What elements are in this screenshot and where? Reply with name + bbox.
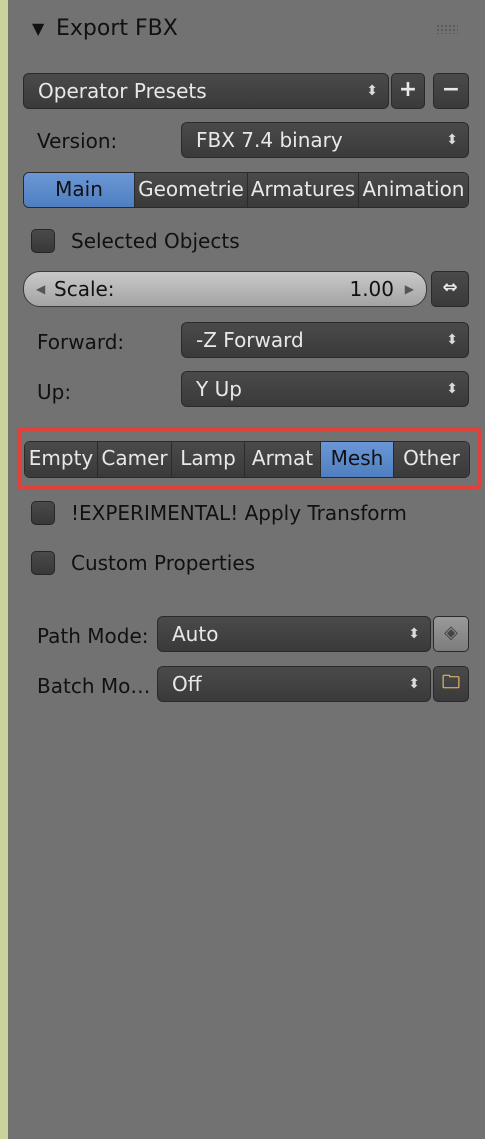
path-mode-value: Auto (172, 622, 219, 646)
export-fbx-panel-frame: ▼ Export FBX Operator Presets ⬍ + − Vers… (0, 0, 491, 1139)
drag-grip-icon[interactable] (436, 24, 458, 34)
up-value: Y Up (196, 377, 242, 401)
remove-preset-button[interactable]: − (433, 73, 469, 109)
tab-geometry[interactable]: Geometrie (135, 173, 248, 207)
version-label: Version: (37, 129, 118, 153)
object-types-highlight-box (17, 427, 481, 490)
forward-value: -Z Forward (196, 328, 304, 352)
batch-mode-value: Off (172, 672, 202, 696)
scale-value: 1.00 (349, 277, 394, 301)
forward-dropdown[interactable]: -Z Forward ⬍ (181, 322, 469, 358)
tab-armatures[interactable]: Armatures (248, 173, 359, 207)
apply-unit-scale-button[interactable]: ⇔ (431, 271, 469, 307)
panel-header[interactable]: ▼ Export FBX (8, 6, 478, 50)
batch-mode-dropdown[interactable]: Off ⬍ (157, 666, 431, 702)
tab-main[interactable]: Main (24, 173, 135, 207)
scale-slider[interactable]: ◀ Scale: 1.00 ▶ (23, 271, 427, 307)
selected-objects-label: Selected Objects (71, 229, 240, 253)
increment-arrow-icon[interactable]: ▶ (405, 272, 414, 306)
up-down-arrows-icon: ⬍ (446, 332, 458, 348)
up-down-arrows-icon: ⬍ (408, 676, 420, 692)
path-mode-dropdown[interactable]: Auto ⬍ (157, 616, 431, 652)
up-label: Up: (37, 380, 72, 404)
scale-arrows-icon: ⇔ (442, 277, 458, 298)
add-preset-button[interactable]: + (391, 73, 425, 109)
package-icon: ◈ (444, 622, 458, 643)
custom-properties-label: Custom Properties (71, 551, 256, 575)
batch-own-dir-button[interactable]: 🗀 (433, 666, 469, 702)
batch-mode-label: Batch Mo… (37, 674, 151, 698)
panel-title: Export FBX (56, 16, 178, 41)
main-tabs: Main Geometrie Armatures Animation (23, 172, 469, 208)
window-edge (0, 0, 8, 1139)
version-dropdown[interactable]: FBX 7.4 binary ⬍ (181, 122, 469, 158)
up-down-arrows-icon: ⬍ (446, 132, 458, 148)
apply-transform-label: !EXPERIMENTAL! Apply Transform (71, 501, 407, 525)
decrement-arrow-icon[interactable]: ◀ (36, 272, 45, 306)
up-down-arrows-icon: ⬍ (408, 626, 420, 642)
up-down-arrows-icon: ⬍ (446, 381, 458, 397)
custom-properties-checkbox[interactable] (31, 551, 55, 575)
new-folder-icon: 🗀 (442, 672, 460, 693)
collapse-triangle-icon[interactable]: ▼ (32, 19, 44, 38)
scale-label: Scale: (54, 277, 115, 301)
operator-presets-label: Operator Presets (38, 79, 207, 103)
operator-presets-dropdown[interactable]: Operator Presets ⬍ (23, 73, 389, 109)
path-mode-label: Path Mode: (37, 624, 149, 648)
up-down-arrows-icon: ⬍ (366, 83, 378, 99)
forward-label: Forward: (37, 330, 125, 354)
apply-transform-checkbox[interactable] (31, 501, 55, 525)
version-value: FBX 7.4 binary (196, 128, 343, 152)
embed-textures-button[interactable]: ◈ (433, 616, 469, 652)
tab-animation[interactable]: Animation (359, 173, 468, 207)
selected-objects-checkbox[interactable] (31, 229, 55, 253)
up-dropdown[interactable]: Y Up ⬍ (181, 371, 469, 407)
